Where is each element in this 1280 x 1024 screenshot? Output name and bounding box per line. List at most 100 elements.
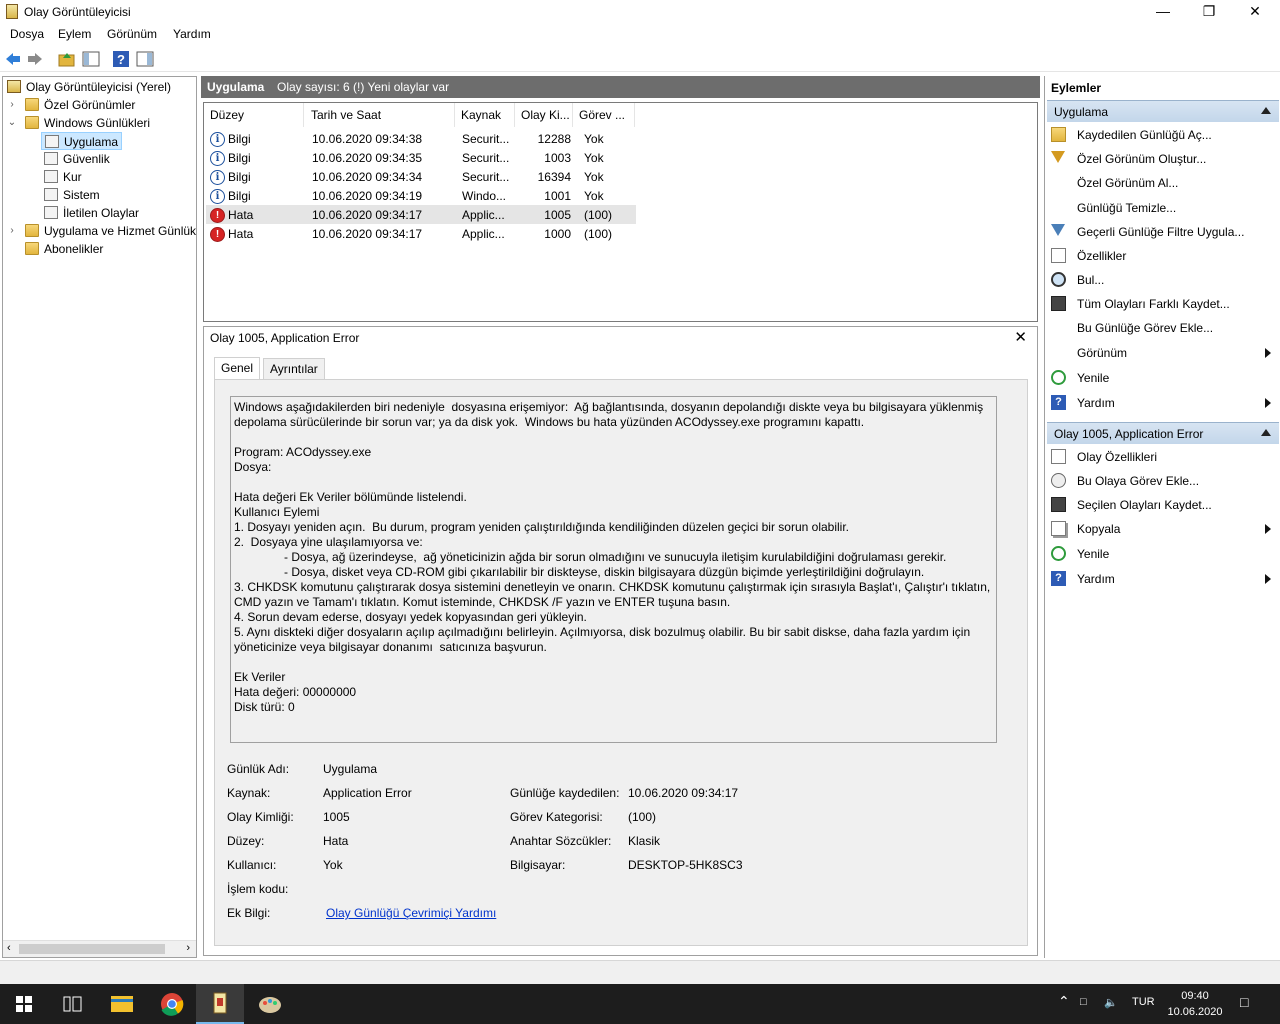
action-item[interactable]: Bul... xyxy=(1051,270,1277,290)
action-item[interactable]: Özel Görünüm Oluştur... xyxy=(1051,149,1277,169)
collapse-chevron-icon[interactable]: ⌄ xyxy=(7,117,17,128)
start-windows-icon[interactable] xyxy=(0,984,48,1024)
forward-icon[interactable] xyxy=(26,50,44,68)
tree-node-app-service-logs[interactable]: Uygulama ve Hizmet Günlük xyxy=(25,222,196,240)
column-header-event-id[interactable]: Olay Ki... xyxy=(515,103,573,127)
event-row[interactable]: ! Hata 10.06.2020 09:34:17 Applic... 1000 (10… xyxy=(206,224,636,243)
up-folder-icon[interactable] xyxy=(58,50,76,68)
more-info-label: Ek Bilgi: xyxy=(227,906,271,920)
help-icon: ? xyxy=(1051,395,1066,410)
action-label: Yenile xyxy=(1077,371,1110,385)
expand-chevron-icon[interactable]: › xyxy=(7,99,17,110)
close-button[interactable]: ✕ xyxy=(1232,0,1278,24)
tree-node-subscriptions[interactable]: Abonelikler xyxy=(25,240,103,258)
volume-icon[interactable]: 🔈 xyxy=(1104,996,1118,1009)
clock-time: 09:40 xyxy=(1181,990,1209,1002)
show-hide-tree-icon[interactable] xyxy=(82,50,100,68)
notifications-icon[interactable]: □ xyxy=(1240,994,1248,1010)
maximize-button[interactable]: ❐ xyxy=(1186,0,1232,24)
taskbar-clock[interactable]: 09:40 10.06.2020 xyxy=(1160,988,1230,1020)
tree-node-system[interactable]: Sistem xyxy=(44,186,100,204)
tree-node-windows-logs[interactable]: Windows Günlükleri xyxy=(25,114,150,132)
action-item[interactable]: ? Yardım xyxy=(1051,569,1277,589)
title-bar: Olay Görüntüleyicisi — ❐ ✕ xyxy=(0,0,1280,24)
action-item[interactable]: Kaydedilen Günlüğü Aç... xyxy=(1051,125,1277,145)
action-item[interactable]: Geçerli Günlüğe Filtre Uygula... xyxy=(1051,222,1277,242)
action-label: Yardım xyxy=(1077,572,1115,586)
action-label: Özel Görünüm Al... xyxy=(1077,176,1179,190)
action-label: Görünüm xyxy=(1077,346,1128,360)
keywords-label: Anahtar Sözcükler: xyxy=(510,834,612,848)
tree-node-security[interactable]: Güvenlik xyxy=(44,150,110,168)
tab-details[interactable]: Ayrıntılar xyxy=(263,358,325,380)
menu-file[interactable]: Dosya xyxy=(10,27,44,41)
menu-help[interactable]: Yardım xyxy=(173,27,211,41)
column-header-source[interactable]: Kaynak xyxy=(455,103,515,127)
tree-node-forwarded-events[interactable]: İletilen Olaylar xyxy=(44,204,139,222)
help-icon[interactable]: ? xyxy=(112,50,130,68)
collapse-caret-icon[interactable] xyxy=(1261,107,1271,114)
paint-icon[interactable] xyxy=(246,984,294,1024)
action-item[interactable]: Özel Görünüm Al... xyxy=(1051,173,1277,193)
event-row[interactable]: i Bilgi 10.06.2020 09:34:38 Securit... 12288… xyxy=(206,129,636,148)
action-item[interactable]: Bu Olaya Görev Ekle... xyxy=(1051,471,1277,491)
actions-section-application[interactable]: Uygulama xyxy=(1047,100,1279,122)
filter-icon xyxy=(1051,224,1065,236)
event-row[interactable]: i Bilgi 10.06.2020 09:34:19 Windo... 1001 Yok xyxy=(206,186,636,205)
event-cell-level: Bilgi xyxy=(228,132,251,146)
action-item[interactable]: Günlüğü Temizle... xyxy=(1051,198,1277,218)
minimize-button[interactable]: — xyxy=(1140,0,1186,24)
expand-chevron-icon[interactable]: › xyxy=(7,225,17,236)
tree-node-setup[interactable]: Kur xyxy=(44,168,82,186)
column-header-date[interactable]: Tarih ve Saat xyxy=(305,103,455,127)
event-row[interactable]: ! Hata 10.06.2020 09:34:17 Applic... 1005 (10… xyxy=(206,205,636,224)
action-item[interactable]: ? Yardım xyxy=(1051,393,1277,413)
event-id-value: 1005 xyxy=(323,810,350,824)
action-item[interactable]: Yenile xyxy=(1051,544,1277,564)
event-row[interactable]: i Bilgi 10.06.2020 09:34:35 Securit... 1003 Y… xyxy=(206,148,636,167)
clock-date: 10.06.2020 xyxy=(1167,1006,1223,1018)
action-item[interactable]: Seçilen Olayları Kaydet... xyxy=(1051,495,1277,515)
event-row[interactable]: i Bilgi 10.06.2020 09:34:34 Securit... 16394… xyxy=(206,167,636,186)
file-explorer-icon[interactable] xyxy=(98,984,146,1024)
menu-view[interactable]: Görünüm xyxy=(107,27,157,41)
submenu-arrow-icon xyxy=(1265,348,1271,358)
actions-section-event[interactable]: Olay 1005, Application Error xyxy=(1047,422,1279,444)
action-item[interactable]: Olay Özellikleri xyxy=(1051,447,1277,467)
source-value: Application Error xyxy=(323,786,412,800)
tree-node-root[interactable]: Olay Görüntüleyicisi (Yerel) xyxy=(7,78,171,96)
action-item[interactable]: Yenile xyxy=(1051,368,1277,388)
action-item[interactable]: Görünüm xyxy=(1051,343,1277,363)
show-hide-action-pane-icon[interactable] xyxy=(136,50,154,68)
save-icon xyxy=(1051,296,1066,311)
event-description[interactable]: Windows aşağıdakilerden biri nedeniyle d… xyxy=(230,396,997,743)
column-header-task[interactable]: Görev ... xyxy=(573,103,635,127)
chrome-icon[interactable] xyxy=(148,984,196,1024)
close-icon[interactable]: ✕ xyxy=(1014,328,1027,346)
tree-horizontal-scrollbar[interactable]: ‹ › xyxy=(3,940,196,957)
input-language[interactable]: TUR xyxy=(1132,996,1155,1008)
scroll-left-icon[interactable]: ‹ xyxy=(7,942,11,954)
show-hidden-icons-chevron-icon[interactable]: ⌃ xyxy=(1058,993,1070,1010)
scroll-right-icon[interactable]: › xyxy=(186,942,190,954)
back-icon[interactable] xyxy=(4,50,22,68)
menu-action[interactable]: Eylem xyxy=(58,27,91,41)
column-header-level[interactable]: Düzey xyxy=(204,103,304,127)
scrollbar-thumb[interactable] xyxy=(19,944,165,954)
opcode-label: İşlem kodu: xyxy=(227,882,289,896)
tree-node-application[interactable]: Uygulama xyxy=(41,132,123,150)
tree-node-custom-views[interactable]: Özel Görünümler xyxy=(25,96,135,114)
task-view-icon[interactable] xyxy=(48,984,96,1024)
action-item[interactable]: Kopyala xyxy=(1051,519,1277,539)
online-help-link[interactable]: Olay Günlüğü Çevrimiçi Yardımı xyxy=(326,906,496,920)
action-item[interactable]: Tüm Olayları Farklı Kaydet... xyxy=(1051,294,1277,314)
network-icon[interactable]: □ xyxy=(1080,996,1087,1008)
information-icon: i xyxy=(210,151,225,166)
collapse-caret-icon[interactable] xyxy=(1261,429,1271,436)
action-item[interactable]: Özellikler xyxy=(1051,246,1277,266)
log-header: Uygulama Olay sayısı: 6 (!) Yeni olaylar… xyxy=(201,76,1040,98)
tab-general[interactable]: Genel xyxy=(214,357,261,380)
action-item[interactable]: Bu Günlüğe Görev Ekle... xyxy=(1051,318,1277,338)
event-viewer-taskbar-icon[interactable] xyxy=(196,984,244,1024)
action-label: Seçilen Olayları Kaydet... xyxy=(1077,498,1212,512)
